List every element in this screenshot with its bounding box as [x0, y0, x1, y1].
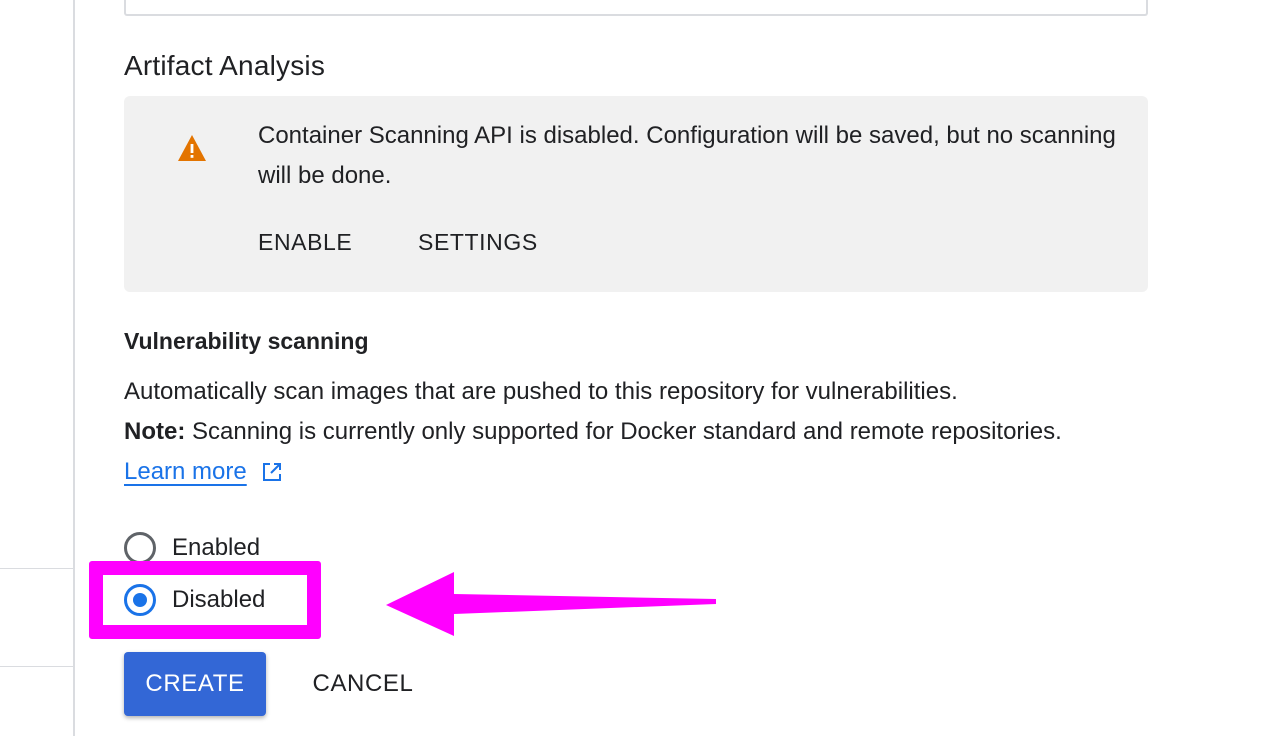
left-navigation-rail [0, 0, 75, 736]
settings-button[interactable]: SETTINGS [418, 224, 538, 260]
note-label: Note: [124, 418, 186, 445]
note-line: Note: Scanning is currently only support… [124, 412, 1224, 452]
annotation-arrow-icon [386, 572, 716, 636]
create-button[interactable]: CREATE [124, 652, 266, 716]
vulnerability-description: Automatically scan images that are pushe… [124, 372, 1224, 452]
rail-divider [0, 568, 74, 569]
description-text: Automatically scan images that are pushe… [124, 378, 958, 405]
previous-field-box[interactable] [124, 0, 1148, 16]
vulnerability-scanning-title: Vulnerability scanning [124, 328, 369, 354]
section-title: Artifact Analysis [124, 50, 326, 81]
radio-label-enabled: Enabled [172, 534, 261, 561]
rail-divider [0, 666, 74, 667]
external-link-icon[interactable] [261, 461, 283, 483]
enable-api-button[interactable]: ENABLE [258, 224, 352, 260]
warning-banner: Container Scanning API is disabled. Conf… [124, 96, 1148, 292]
cancel-button[interactable]: CANCEL [296, 652, 430, 716]
annotation-highlight-box [89, 561, 321, 639]
radio-button[interactable] [124, 532, 156, 564]
warning-message: Container Scanning API is disabled. Conf… [258, 122, 1116, 189]
warning-icon [178, 135, 206, 161]
note-text: Scanning is currently only supported for… [185, 418, 1062, 445]
learn-more-link[interactable]: Learn more [124, 452, 247, 492]
